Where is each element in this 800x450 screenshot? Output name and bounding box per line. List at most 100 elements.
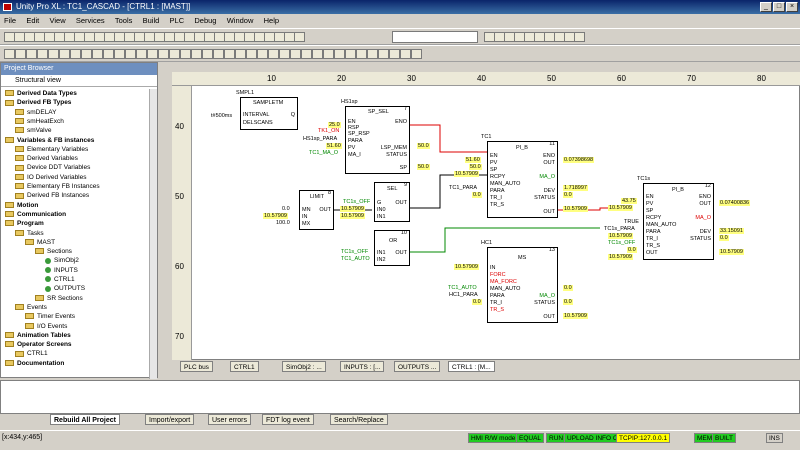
variable: 100.0	[276, 220, 290, 226]
pin: IN2	[377, 257, 386, 263]
pin: IN0	[377, 207, 386, 213]
tab-inputs[interactable]: INPUTS : [...	[340, 361, 385, 372]
pin: MA_I	[348, 152, 361, 158]
sel-block[interactable]: SEL 9 G IN0 IN1 OUT	[374, 182, 410, 222]
pin: OUT	[319, 207, 331, 213]
pin: SP	[399, 165, 407, 171]
pin: TR_I	[490, 300, 502, 306]
value: 50.0	[469, 164, 482, 170]
value: 50.0	[417, 164, 430, 170]
pin: IN	[302, 214, 308, 220]
variable: TC1_AUTO	[448, 285, 477, 291]
value: 10.57909	[340, 213, 365, 219]
pin: IN1	[377, 250, 386, 256]
block-num: 8	[327, 190, 331, 196]
block-instance: HS1sp	[341, 99, 358, 105]
value: 0.0	[563, 299, 573, 305]
pin: RCPY	[490, 174, 506, 180]
pin: STATUS	[690, 236, 711, 242]
pin: TR_I	[490, 195, 502, 201]
status-equal: EQUAL	[516, 433, 545, 443]
pin: MN	[302, 207, 311, 213]
pi-b-block-tc1s[interactable]: PI_B 12 EN PV SP RCPY MAN_AUTO PARA TR_I…	[643, 183, 714, 260]
pin: TR_S	[490, 202, 505, 208]
value: 51.60	[326, 143, 342, 149]
sp-sel-block[interactable]: SP_SEL 7 EN RSP SP_RSP PARA PV MA_I ENO …	[345, 106, 410, 174]
variable: HC1_PARA	[449, 292, 478, 298]
tab-simobj2[interactable]: SimObj2 : ...	[282, 361, 326, 372]
pin: PV	[646, 201, 654, 207]
pin: OUT	[395, 200, 407, 206]
value: 10.57909	[263, 213, 288, 219]
value: 10.57909	[563, 206, 588, 212]
variable: TRUE	[624, 219, 639, 225]
value: 0.0	[472, 192, 482, 198]
value: 0.0	[563, 192, 573, 198]
tab-search-replace[interactable]: Search/Replace	[330, 414, 388, 425]
pin: OUT	[646, 250, 658, 256]
value: 0.0	[472, 299, 482, 305]
pin: EN	[490, 153, 498, 159]
pin: ENO	[395, 119, 407, 125]
sampletm-block[interactable]: SAMPLETM INTERVAL DELSCANS Q	[240, 97, 298, 130]
output-tabs: Rebuild All Project Import/export User e…	[0, 414, 800, 426]
pin: G	[377, 200, 382, 206]
variable: TK1_ON	[318, 128, 340, 134]
pin: Q	[290, 112, 295, 118]
pin: STATUS	[386, 152, 407, 158]
block-instance: TC1s	[637, 176, 651, 182]
value: 10.57909	[454, 171, 479, 177]
value: 10.57909	[340, 206, 365, 212]
value: 10.57909	[608, 205, 633, 211]
pin: MA_O	[539, 174, 555, 180]
block-type: SEL	[387, 186, 398, 192]
status-ins: INS	[766, 433, 783, 443]
value: 0.0	[719, 235, 729, 241]
pin: PV	[490, 160, 498, 166]
cursor-coords: [x:434,y:465]	[2, 434, 43, 441]
block-type: SP_SEL	[368, 109, 389, 115]
or-block[interactable]: OR 10 IN1 IN2 OUT	[374, 230, 410, 266]
tab-fdt-log-event[interactable]: FDT log event	[262, 414, 314, 425]
tab-import-export[interactable]: Import/export	[145, 414, 195, 425]
block-instance: TC1	[481, 134, 492, 140]
block-type: SAMPLETM	[253, 100, 284, 106]
tab-plc-bus[interactable]: PLC bus	[180, 361, 213, 372]
pin: INTERVAL	[243, 112, 270, 118]
value: 33.15091	[719, 228, 744, 234]
block-type: OR	[389, 238, 398, 244]
variable: TC1_MA_O	[309, 150, 339, 156]
variable: TC1s_OFF	[343, 199, 371, 205]
block-num: 7	[403, 106, 407, 112]
tab-user-errors[interactable]: User errors	[208, 414, 252, 425]
block-num: 11	[549, 141, 555, 147]
ms-block[interactable]: MS 13 IN FORC MA_FORC MAN_AUTO PARA TR_I…	[487, 247, 558, 323]
block-type: MS	[518, 255, 527, 261]
tab-ctrl1-mast[interactable]: CTRL1 : [M...	[448, 361, 495, 372]
limit-block[interactable]: LIMIT 8 MN IN MX OUT	[299, 190, 334, 230]
pin: TR_S	[490, 307, 505, 313]
value: 10.57909	[719, 249, 744, 255]
value: 0.07400836	[719, 200, 751, 206]
tab-ctrl1[interactable]: CTRL1	[230, 361, 259, 372]
pin: DELSCANS	[243, 120, 273, 126]
status-hmi: HMI R/W mode	[468, 433, 519, 443]
pin: PARA	[348, 138, 363, 144]
block-num: 13	[548, 247, 555, 253]
pin: OUT	[699, 201, 711, 207]
status-bar: [x:434,y:465] HMI R/W mode EQUAL RUN UPL…	[0, 430, 800, 450]
pin: SP	[646, 208, 654, 214]
value: 10.57909	[608, 254, 633, 260]
tab-rebuild-all-project[interactable]: Rebuild All Project	[50, 414, 120, 425]
pin: LSP_MEM	[380, 145, 407, 151]
pin: TR_I	[646, 236, 658, 242]
value: 51.60	[465, 157, 481, 163]
pi-b-block-tc1[interactable]: PI_B 11 EN PV SP RCPY MAN_AUTO PARA TR_I…	[487, 141, 558, 218]
pin: IN	[490, 265, 496, 271]
value: 50.0	[417, 143, 430, 149]
tab-outputs[interactable]: OUTPUTS ...	[394, 361, 441, 372]
value: 10.57909	[563, 313, 588, 319]
variable: TC1s_PARA	[604, 226, 635, 232]
pin: DEV	[543, 188, 555, 194]
value: 43.75	[621, 198, 637, 204]
